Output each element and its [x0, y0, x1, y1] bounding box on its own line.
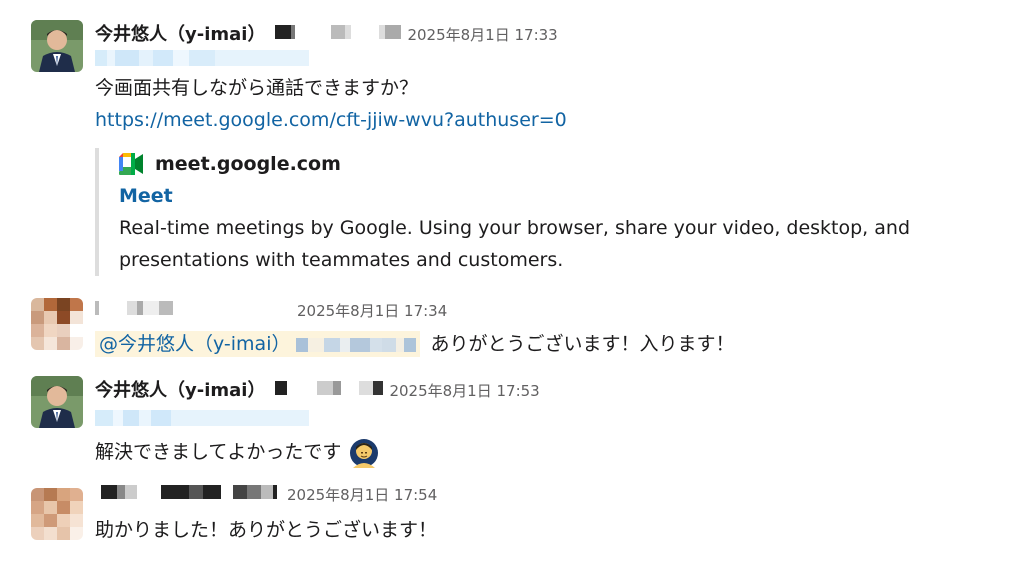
redacted-mention-name — [296, 337, 417, 352]
person-bowing-emoji[interactable] — [349, 438, 379, 468]
author-name[interactable]: 今井悠人（y-imai） — [95, 20, 265, 46]
redacted-author-name[interactable] — [95, 301, 173, 315]
timestamp[interactable]: 2025年8月1日 17:53 — [389, 380, 539, 401]
redacted-display-name — [95, 410, 309, 426]
unfurl-description-line-1: Real-time meetings by Google. Using your… — [119, 217, 911, 239]
avatar[interactable] — [31, 20, 83, 72]
message-text: 助かりました！ありがとうございます！ — [95, 519, 438, 541]
message-text: 解決できましてよかったです — [95, 441, 342, 463]
avatar[interactable] — [31, 298, 83, 350]
meet-link[interactable]: https://meet.google.com/cft-jjiw-wvu?aut… — [95, 109, 567, 131]
redacted-author-name[interactable] — [101, 485, 277, 499]
timestamp[interactable]: 2025年8月1日 17:54 — [287, 484, 437, 505]
google-meet-icon — [119, 153, 143, 175]
unfurl-title[interactable]: Meet — [119, 180, 925, 212]
author-name[interactable]: 今井悠人（y-imai） — [95, 376, 265, 402]
message-text: ありがとうございます！入ります！ — [430, 333, 735, 355]
timestamp[interactable]: 2025年8月1日 17:33 — [407, 24, 557, 45]
unfurl-site[interactable]: meet.google.com — [155, 153, 341, 175]
avatar[interactable] — [31, 488, 83, 540]
timestamp[interactable]: 2025年8月1日 17:34 — [297, 300, 447, 321]
unfurl-description-line-2: presentations with teammates and custome… — [119, 249, 564, 271]
user-mention[interactable]: @今井悠人（y-imai） — [95, 331, 421, 357]
message-text: 今画面共有しながら通話できますか？ — [95, 77, 419, 99]
avatar[interactable] — [31, 376, 83, 428]
redacted-status — [275, 25, 402, 39]
link-preview[interactable]: meet.google.com Meet Real-time meetings … — [95, 148, 925, 276]
redacted-status — [275, 381, 384, 395]
redacted-display-name — [95, 50, 309, 66]
